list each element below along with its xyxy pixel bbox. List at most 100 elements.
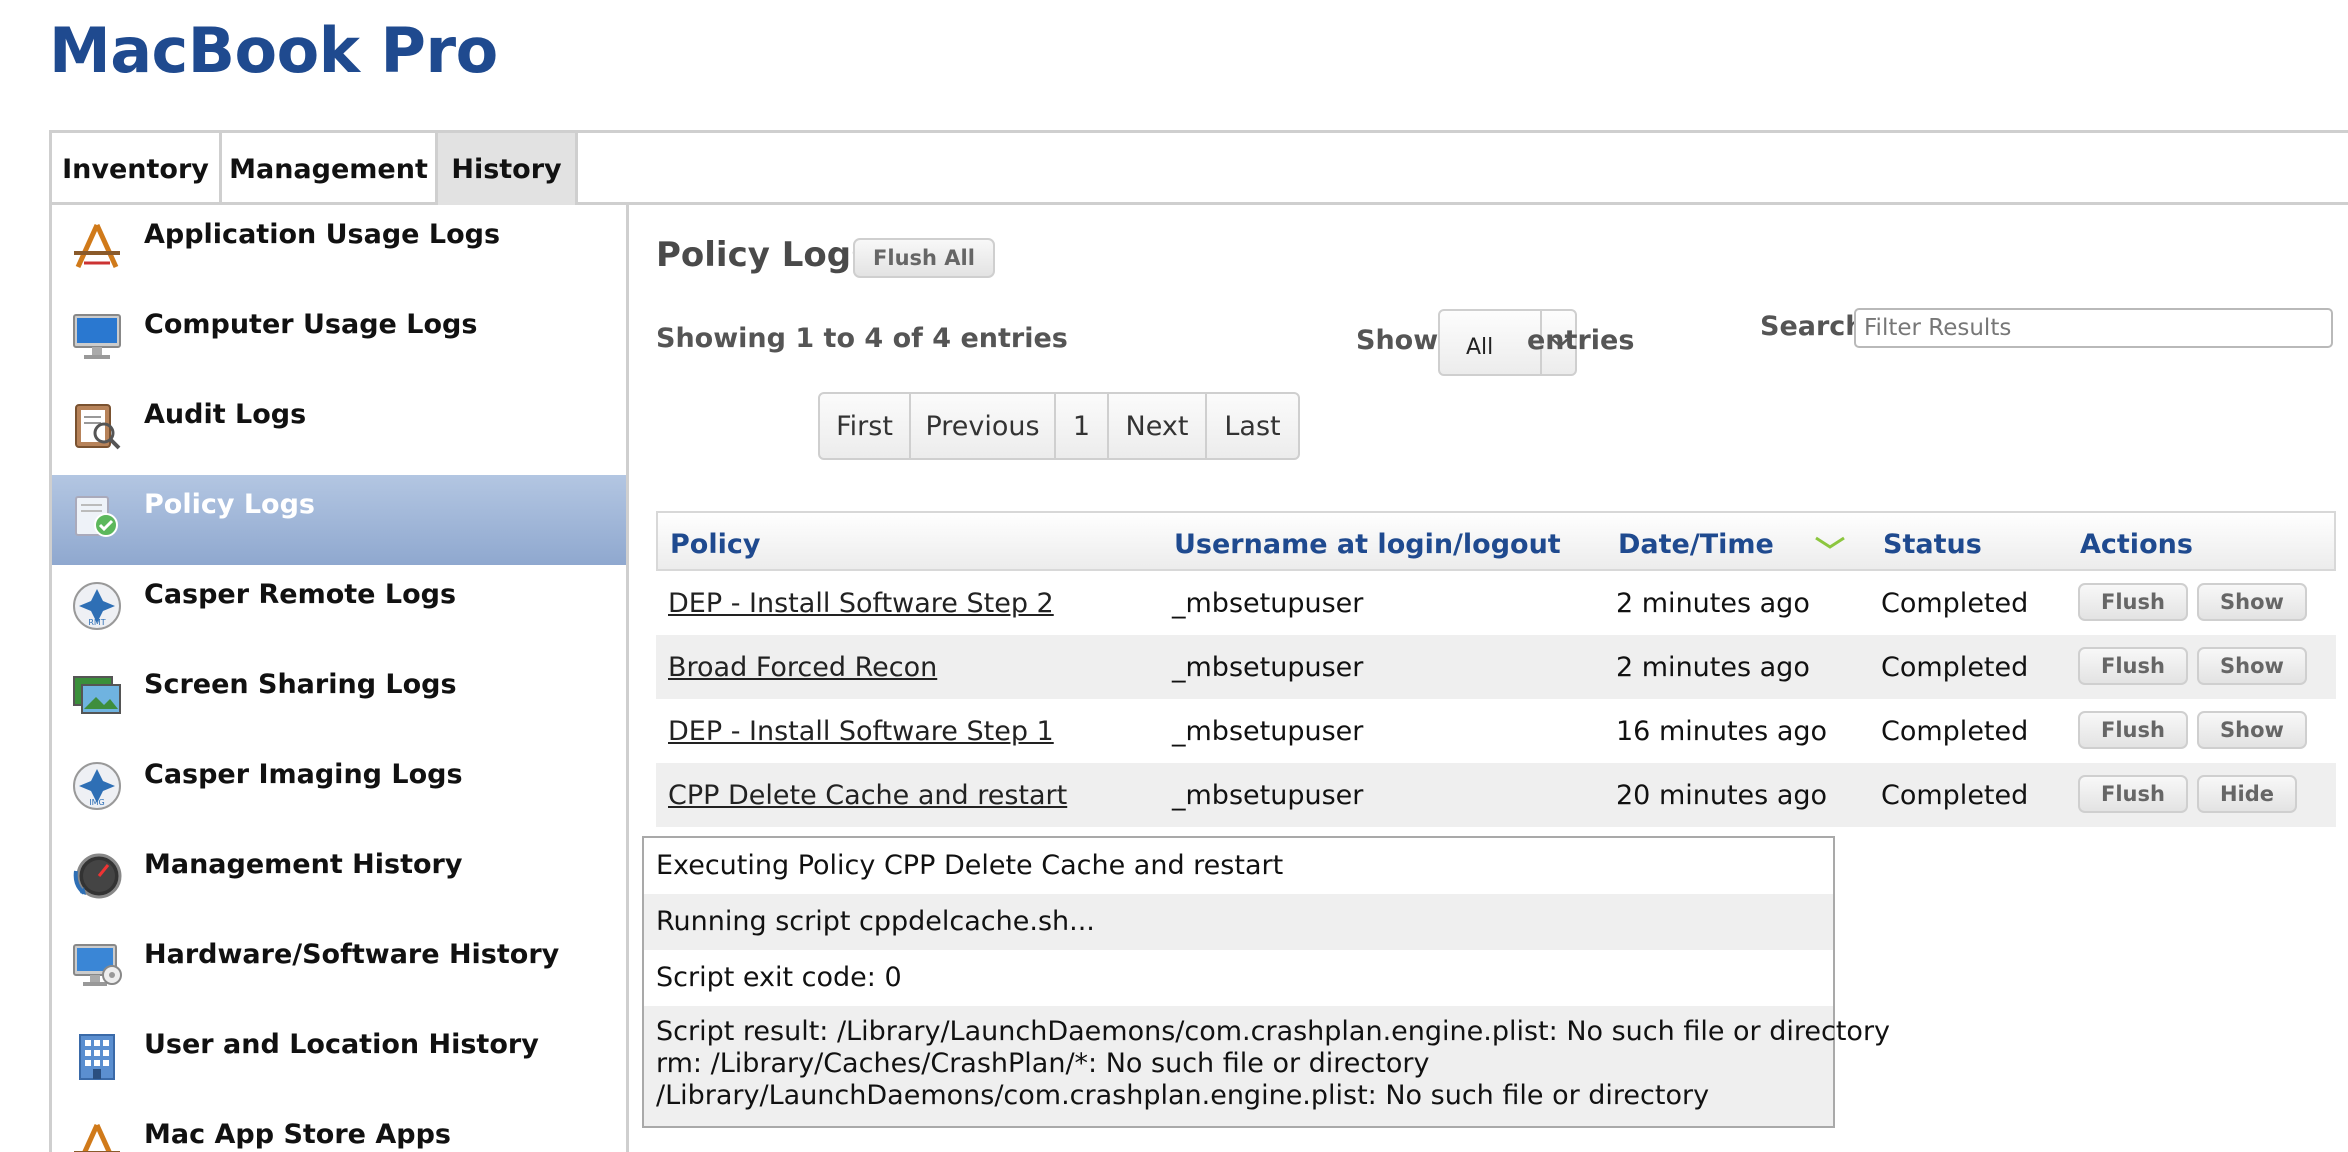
datetime-cell: 2 minutes ago <box>1616 588 1810 619</box>
sidebar-item-label: Policy Logs <box>144 489 316 520</box>
showing-entries-text: Showing 1 to 4 of 4 entries <box>656 323 1068 354</box>
username-cell: _mbsetupuser <box>1172 780 1364 811</box>
column-header-datetime[interactable]: Date/Time <box>1618 529 1774 560</box>
sidebar-item-user-location-history[interactable]: User and Location History <box>52 1015 626 1105</box>
flush-button[interactable]: Flush <box>2078 647 2188 685</box>
status-cell: Completed <box>1881 652 2029 683</box>
policy-link[interactable]: Broad Forced Recon <box>668 652 937 683</box>
app-usage-icon <box>74 223 120 269</box>
sidebar-item-hardware-software-history[interactable]: Hardware/Software History <box>52 925 626 1015</box>
sidebar-item-mac-app-store-apps[interactable]: Mac App Store Apps <box>52 1105 626 1152</box>
pager-page-1-button[interactable]: 1 <box>1056 394 1109 458</box>
pagination: First Previous 1 Next Last <box>818 392 1300 460</box>
casper-remote-icon: RMT <box>73 582 121 630</box>
svg-text:RMT: RMT <box>88 618 105 627</box>
tab-management[interactable]: Management <box>222 133 438 205</box>
log-line-text: Running script cppdelcache.sh... <box>656 906 1095 937</box>
policy-link[interactable]: CPP Delete Cache and restart <box>668 780 1067 811</box>
section-title: Policy Logs <box>656 235 872 275</box>
sidebar-item-computer-usage-logs[interactable]: Computer Usage Logs <box>52 295 626 385</box>
sidebar-item-label: Casper Imaging Logs <box>144 759 463 790</box>
flush-button[interactable]: Flush <box>2078 711 2188 749</box>
sidebar-item-label: User and Location History <box>144 1029 539 1060</box>
show-button[interactable]: Show <box>2197 711 2307 749</box>
main-panel: Policy Logs Flush All Showing 1 to 4 of … <box>629 205 2348 1152</box>
log-line-text: Script result: /Library/LaunchDaemons/co… <box>656 1016 1891 1047</box>
sidebar-item-policy-logs[interactable]: Policy Logs <box>52 475 626 565</box>
show-button[interactable]: Show <box>2197 583 2307 621</box>
tab-inventory[interactable]: Inventory <box>52 133 222 205</box>
sidebar-item-casper-remote-logs[interactable]: RMT Casper Remote Logs <box>52 565 626 655</box>
user-location-icon <box>79 1034 115 1080</box>
flush-all-button[interactable]: Flush All <box>853 238 995 278</box>
log-line: Script result: /Library/LaunchDaemons/co… <box>644 1006 1891 1126</box>
log-line: Script exit code: 0 <box>644 950 1833 1006</box>
audit-icon <box>75 404 121 450</box>
table-header: Policy Username at login/logout Date/Tim… <box>656 511 2336 571</box>
sidebar-item-screen-sharing-logs[interactable]: Screen Sharing Logs <box>52 655 626 745</box>
sidebar-item-label: Management History <box>144 849 463 880</box>
status-cell: Completed <box>1881 588 2029 619</box>
casper-imaging-icon: IMG <box>73 762 121 810</box>
datetime-cell: 2 minutes ago <box>1616 652 1810 683</box>
tab-history[interactable]: History <box>438 133 578 205</box>
sidebar: Application Usage Logs Computer Usage Lo… <box>49 205 629 1152</box>
sidebar-item-label: Hardware/Software History <box>144 939 560 970</box>
pager-last-button[interactable]: Last <box>1207 394 1298 458</box>
sidebar-item-label: Application Usage Logs <box>144 219 501 250</box>
table-row: DEP - Install Software Step 1 _mbsetupus… <box>656 699 2336 763</box>
tab-bar: Inventory Management History <box>49 130 2348 205</box>
pager-first-button[interactable]: First <box>820 394 911 458</box>
hide-button[interactable]: Hide <box>2197 775 2297 813</box>
column-header-policy[interactable]: Policy <box>670 529 760 560</box>
policy-link[interactable]: DEP - Install Software Step 2 <box>668 588 1054 619</box>
log-line-text: Script exit code: 0 <box>656 962 902 993</box>
entries-label: entries <box>1527 325 1635 356</box>
computer-icon <box>73 314 121 359</box>
username-cell: _mbsetupuser <box>1172 716 1364 747</box>
policy-link[interactable]: DEP - Install Software Step 1 <box>668 716 1054 747</box>
pager-previous-button[interactable]: Previous <box>911 394 1056 458</box>
log-line: Running script cppdelcache.sh... <box>644 894 1833 950</box>
screen-sharing-icon <box>73 676 121 714</box>
datetime-cell: 20 minutes ago <box>1616 780 1828 811</box>
sidebar-item-casper-imaging-logs[interactable]: IMG Casper Imaging Logs <box>52 745 626 835</box>
column-header-username[interactable]: Username at login/logout <box>1174 529 1561 560</box>
sort-descending-icon[interactable] <box>1813 533 1847 553</box>
sidebar-item-label: Screen Sharing Logs <box>144 669 457 700</box>
sidebar-item-label: Computer Usage Logs <box>144 309 478 340</box>
log-line-text: /Library/LaunchDaemons/com.crashplan.eng… <box>656 1080 1710 1111</box>
sidebar-item-label: Casper Remote Logs <box>144 579 457 610</box>
log-line-text: rm: /Library/Caches/CrashPlan/*: No such… <box>656 1048 1430 1079</box>
log-detail-panel: Executing Policy CPP Delete Cache and re… <box>642 836 1891 1128</box>
svg-text:IMG: IMG <box>89 798 104 807</box>
flush-button[interactable]: Flush <box>2078 775 2188 813</box>
column-header-actions: Actions <box>2080 529 2193 560</box>
sidebar-item-label: Audit Logs <box>144 399 307 430</box>
log-line: Executing Policy CPP Delete Cache and re… <box>644 838 1833 894</box>
search-input[interactable] <box>1854 308 2333 348</box>
column-header-status[interactable]: Status <box>1883 529 1982 560</box>
sidebar-item-label: Mac App Store Apps <box>144 1119 451 1150</box>
table-row: Broad Forced Recon _mbsetupuser 2 minute… <box>656 635 2336 699</box>
app-store-icon <box>74 1123 120 1152</box>
status-cell: Completed <box>1881 780 2029 811</box>
management-history-icon <box>73 853 122 899</box>
sidebar-item-audit-logs[interactable]: Audit Logs <box>52 385 626 475</box>
policy-icon <box>75 496 118 537</box>
pager-next-button[interactable]: Next <box>1109 394 1207 458</box>
show-label: Show <box>1356 325 1439 356</box>
table-row: DEP - Install Software Step 2 _mbsetupus… <box>656 571 2336 635</box>
datetime-cell: 16 minutes ago <box>1616 716 1828 747</box>
log-line-text: Executing Policy CPP Delete Cache and re… <box>656 850 1284 881</box>
status-cell: Completed <box>1881 716 2029 747</box>
sidebar-item-application-usage-logs[interactable]: Application Usage Logs <box>52 205 626 295</box>
hardware-software-icon <box>73 944 122 986</box>
username-cell: _mbsetupuser <box>1172 588 1364 619</box>
entries-select-value: All <box>1466 335 1494 360</box>
username-cell: _mbsetupuser <box>1172 652 1364 683</box>
show-button[interactable]: Show <box>2197 647 2307 685</box>
flush-button[interactable]: Flush <box>2078 583 2188 621</box>
table-row: CPP Delete Cache and restart _mbsetupuse… <box>656 763 2336 827</box>
sidebar-item-management-history[interactable]: Management History <box>52 835 626 925</box>
